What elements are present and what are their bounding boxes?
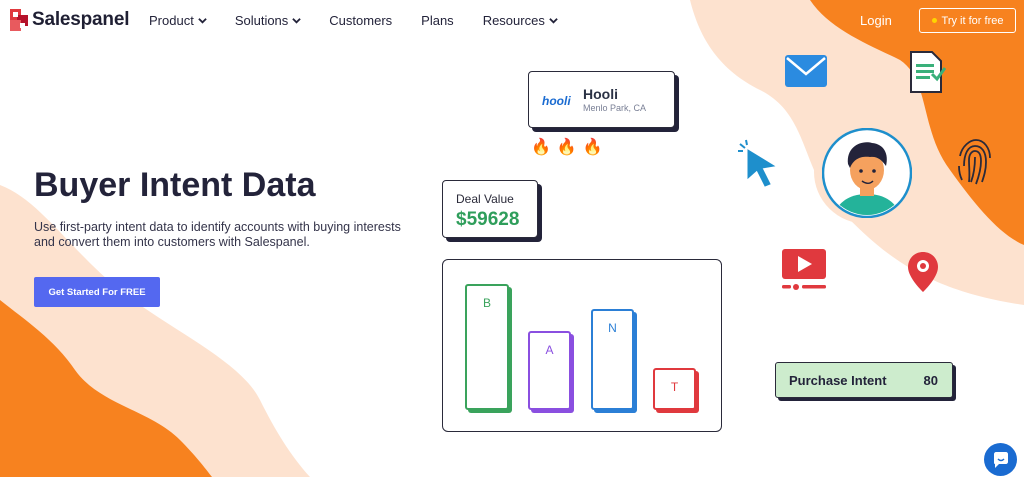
- bar-letter: A: [545, 343, 554, 357]
- get-started-button[interactable]: Get Started For FREE: [34, 277, 160, 307]
- nav-item-label: Plans: [421, 13, 454, 28]
- nav-item-label: Resources: [482, 13, 545, 28]
- hero-description: Use first-party intent data to identify …: [34, 220, 401, 249]
- bar-b: B: [465, 284, 509, 410]
- brand-name: Salespanel: [32, 9, 130, 30]
- flame-icon: 🔥: [582, 139, 603, 156]
- company-logo: hooli: [542, 94, 571, 108]
- status-dot-icon: [931, 18, 937, 23]
- nav-item-resources[interactable]: Resources: [483, 13, 558, 28]
- bar-n: N: [591, 309, 634, 410]
- chevron-down-icon: [292, 18, 302, 24]
- deal-value-card: Deal Value $59628: [442, 180, 538, 238]
- purchase-intent-score: 80: [923, 372, 938, 388]
- purchase-intent-label: Purchase Intent: [789, 372, 887, 388]
- main-nav: Product Solutions Customers Plans Resour…: [149, 13, 558, 28]
- flame-icon: 🔥: [531, 139, 551, 156]
- bar-t: T: [653, 368, 696, 410]
- bar-letter: B: [482, 296, 491, 310]
- flame-rating: 🔥 🔥 🔥: [531, 137, 603, 157]
- location-pin-icon: [908, 252, 938, 292]
- flame-icon: 🔥: [556, 139, 577, 156]
- company-name: Hooli: [583, 86, 618, 102]
- nav-item-customers[interactable]: Customers: [329, 13, 392, 28]
- salespanel-logo-icon: [10, 9, 28, 31]
- avatar: [822, 128, 912, 218]
- chevron-down-icon: [198, 18, 207, 24]
- page-title: Buyer Intent Data: [34, 166, 316, 204]
- avatar-ring: [814, 120, 920, 224]
- chat-button[interactable]: [984, 443, 1017, 476]
- cursor-click-icon: [738, 139, 776, 187]
- deal-value-amount: $59628: [456, 209, 520, 230]
- try-free-button[interactable]: Try it for free: [919, 8, 1016, 33]
- page: Salespanel Product Solutions Customers P…: [0, 0, 1024, 477]
- nav-item-plans[interactable]: Plans: [421, 13, 454, 28]
- bant-chart: B A N T: [442, 259, 722, 432]
- deal-value-label: Deal Value: [456, 192, 514, 206]
- document-check-icon: [910, 51, 946, 93]
- nav-item-solutions[interactable]: Solutions: [234, 13, 302, 28]
- nav-item-label: Customers: [329, 13, 393, 28]
- company-location: Menlo Park, CA: [583, 103, 647, 113]
- try-free-label: Try it for free: [941, 14, 1004, 27]
- bar-letter: T: [670, 380, 679, 394]
- chat-icon: [993, 451, 1008, 468]
- bar-a: A: [528, 331, 571, 410]
- nav-item-label: Solutions: [234, 13, 289, 28]
- mail-icon: [785, 55, 827, 87]
- purchase-intent-card: Purchase Intent 80: [775, 362, 953, 398]
- video-play-icon: [782, 249, 826, 290]
- fingerprint-icon: [958, 139, 991, 185]
- bar-letter: N: [608, 321, 617, 335]
- login-link[interactable]: Login: [860, 13, 892, 28]
- chevron-down-icon: [549, 18, 558, 24]
- brand-logo[interactable]: Salespanel: [10, 9, 129, 31]
- nav-item-product[interactable]: Product: [149, 13, 207, 28]
- company-card: hooli Hooli Menlo Park, CA: [528, 71, 675, 128]
- nav-item-label: Product: [149, 13, 194, 28]
